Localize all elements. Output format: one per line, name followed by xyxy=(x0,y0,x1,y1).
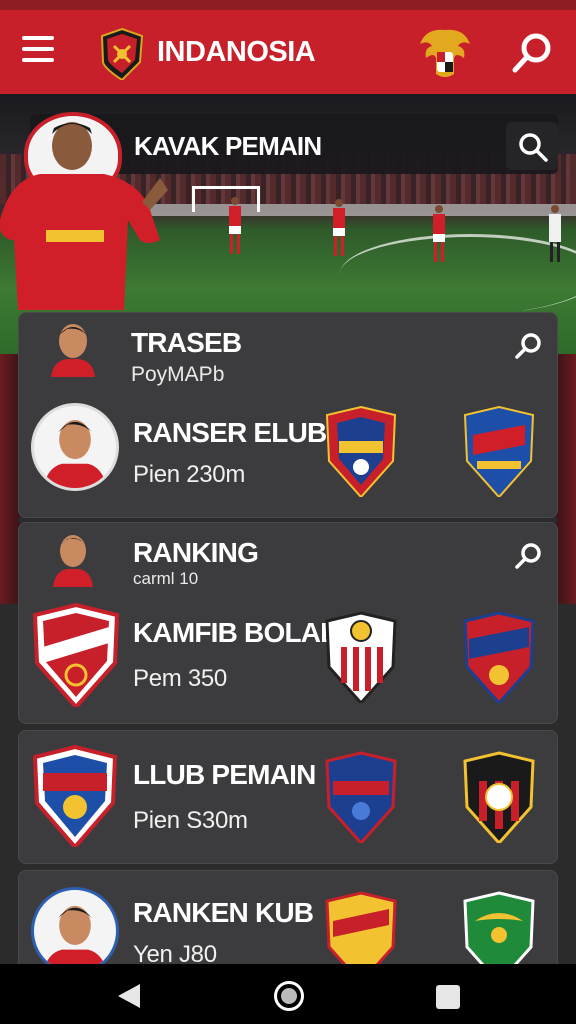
banner-title: KAVAK PEMAIN xyxy=(134,131,322,161)
search-icon[interactable] xyxy=(510,30,556,76)
player-figure xyxy=(549,205,561,262)
club-crest-icon[interactable] xyxy=(325,751,397,843)
player-avatar xyxy=(53,535,93,587)
club-crest-icon[interactable] xyxy=(463,405,535,497)
player-figure xyxy=(229,197,241,254)
search-icon[interactable] xyxy=(513,331,543,361)
card-row-subtitle: Pem 350 xyxy=(133,665,227,692)
status-bar xyxy=(0,0,576,10)
card-row-title: KAMFIB BOLAB xyxy=(133,617,340,648)
player-avatar xyxy=(31,403,119,491)
club-crest-icon[interactable] xyxy=(463,751,535,843)
player-avatar xyxy=(51,324,95,377)
club-shield-logo-icon xyxy=(100,28,144,80)
card-row-subtitle: Pien 230m xyxy=(133,461,246,488)
card-row-subtitle: Pien S30m xyxy=(133,807,248,834)
club-crest-icon[interactable] xyxy=(325,611,397,703)
app-title: INDANOSIA xyxy=(157,36,316,68)
search-icon[interactable] xyxy=(506,122,558,170)
ranking-card[interactable]: RANKING carml 10 KAMFIB BOLAB Pem 350 xyxy=(18,522,558,724)
player-figure xyxy=(433,205,445,262)
card-header-title: TRASEB xyxy=(131,327,242,358)
recent-apps-square-icon[interactable] xyxy=(436,985,460,1009)
club-crest-icon[interactable] xyxy=(463,611,535,703)
search-icon[interactable] xyxy=(513,541,543,571)
app-bar: INDANOSIA xyxy=(0,10,576,94)
garuda-emblem-icon xyxy=(420,29,470,77)
background-edge-left xyxy=(0,354,20,604)
club-crest-icon[interactable] xyxy=(31,745,119,847)
home-circle-icon[interactable] xyxy=(274,981,304,1011)
back-triangle-icon[interactable] xyxy=(116,982,142,1010)
player-figure xyxy=(333,199,345,256)
ranking-card[interactable]: LLUB PEMAIN Pien S30m xyxy=(18,730,558,864)
background-edge-right xyxy=(556,354,576,604)
card-row-title: RANSER ELUB xyxy=(133,417,327,448)
card-header-subtitle: carml 10 xyxy=(133,569,199,588)
club-crest-icon[interactable] xyxy=(31,603,121,707)
club-crest-icon[interactable] xyxy=(325,405,397,497)
ranking-card[interactable]: TRASEB PoyMAPb RANSER ELUB Pien 230m xyxy=(18,312,558,518)
card-row-title: LLUB PEMAIN xyxy=(133,759,316,790)
player-avatar xyxy=(31,887,119,975)
card-header-title: RANKING xyxy=(133,537,259,568)
hamburger-menu-icon[interactable] xyxy=(22,36,54,64)
card-header-subtitle: PoyMAPb xyxy=(131,363,225,386)
card-row-title: RANKEN KUB xyxy=(133,897,314,928)
